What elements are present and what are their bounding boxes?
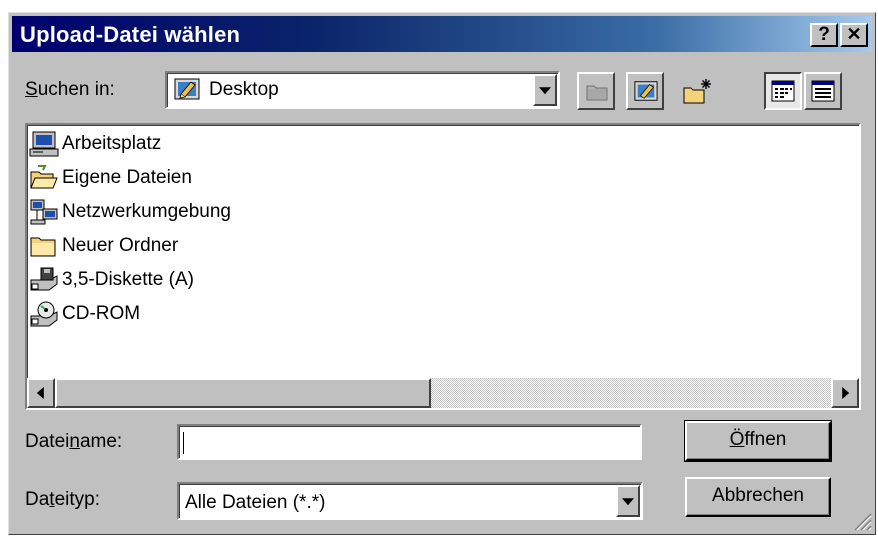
list-item[interactable]: Arbeitsplatz [29, 129, 161, 159]
title-bar[interactable]: Upload-Datei wählen ? ✕ [12, 16, 872, 52]
horizontal-scrollbar[interactable] [27, 378, 859, 408]
list-item-label: 3,5-Diskette (A) [62, 269, 194, 290]
desktop-icon [173, 76, 201, 102]
window-title: Upload-Datei wählen [20, 22, 241, 47]
help-button[interactable]: ? [810, 23, 838, 47]
list-item-label: Neuer Ordner [62, 235, 179, 256]
help-icon: ? [818, 24, 830, 45]
lookin-label: Suchen in: [25, 79, 115, 100]
lookin-dropdown-button[interactable] [533, 74, 557, 106]
open-button[interactable]: Öffnen [684, 420, 832, 462]
desktop-icon [633, 79, 659, 108]
cancel-button[interactable]: Abbrechen [685, 477, 831, 517]
filetype-select[interactable]: Alle Dateien (*.*) [177, 482, 643, 520]
floppy-drive-icon [29, 266, 59, 294]
scroll-left-button[interactable] [27, 378, 55, 408]
network-icon [29, 198, 59, 226]
close-button[interactable]: ✕ [840, 23, 868, 47]
list-item[interactable]: Eigene Dateien [29, 163, 192, 193]
list-item-label: CD-ROM [62, 303, 141, 324]
desktop-button[interactable] [626, 72, 664, 110]
up-one-level-button[interactable] [577, 72, 615, 110]
file-dialog: Upload-Datei wählen ? ✕ Suchen in: Deskt… [8, 12, 876, 535]
details-view-icon [811, 80, 835, 107]
new-folder-icon [682, 77, 712, 110]
scrollbar-thumb[interactable] [55, 378, 431, 408]
list-item-label: Eigene Dateien [62, 167, 192, 188]
list-item[interactable]: 3,5-Diskette (A) [29, 265, 194, 295]
chevron-left-icon [36, 387, 44, 399]
filetype-dropdown-button[interactable] [616, 485, 640, 517]
list-view-icon [771, 80, 795, 107]
chevron-right-icon [842, 387, 850, 399]
filename-input[interactable] [177, 424, 642, 460]
filename-label: Dateiname: [25, 431, 123, 452]
open-folder-icon [29, 164, 59, 192]
filetype-value: Alle Dateien (*.*) [185, 492, 326, 513]
chevron-down-icon [539, 87, 551, 95]
scroll-right-button[interactable] [831, 378, 859, 408]
text-cursor [183, 432, 184, 454]
file-list[interactable]: Arbeitsplatz Eigene Dateien Netzwerkumge… [25, 123, 861, 410]
list-item-label: Arbeitsplatz [62, 133, 162, 154]
details-view-button[interactable] [804, 72, 842, 110]
list-item[interactable]: Netzwerkumgebung [29, 197, 231, 227]
resize-grip-icon[interactable] [851, 510, 873, 532]
close-icon: ✕ [846, 24, 862, 44]
filetype-label: Dateityp: [25, 489, 100, 510]
list-item-label: Netzwerkumgebung [62, 201, 231, 222]
my-computer-icon [29, 130, 59, 158]
list-view-button[interactable] [764, 72, 802, 110]
up-one-level-icon [585, 80, 609, 107]
cd-drive-icon [29, 300, 59, 328]
list-item[interactable]: Neuer Ordner [29, 231, 178, 261]
lookin-combobox[interactable]: Desktop [165, 71, 560, 109]
lookin-value: Desktop [209, 79, 279, 100]
folder-icon [29, 232, 59, 260]
chevron-down-icon [622, 498, 634, 506]
list-item[interactable]: CD-ROM [29, 299, 140, 329]
new-folder-button[interactable] [675, 72, 713, 110]
